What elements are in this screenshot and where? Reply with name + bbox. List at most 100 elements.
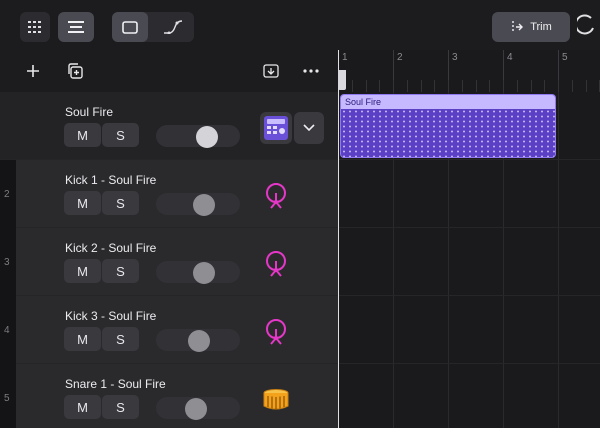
- volume-slider[interactable]: [156, 261, 240, 284]
- playhead-line[interactable]: [338, 50, 339, 428]
- ruler-tick: [351, 80, 353, 92]
- kick-drum-icon: [266, 251, 286, 277]
- ruler-tick: [420, 80, 422, 92]
- volume-slider[interactable]: [156, 125, 240, 148]
- arrangement-lane[interactable]: [338, 296, 600, 364]
- volume-slider[interactable]: [156, 397, 240, 420]
- track-header-bar: [0, 50, 338, 92]
- volume-knob[interactable]: [193, 194, 215, 216]
- volume-knob[interactable]: [188, 330, 210, 352]
- ruler-tick: [393, 80, 394, 92]
- kick-drum-button[interactable]: [260, 316, 292, 348]
- ruler-tick: [489, 80, 491, 92]
- plus-icon: [27, 65, 39, 77]
- trim-label: Trim: [530, 21, 552, 33]
- bar-number: 1: [342, 52, 348, 63]
- arrangement-lane[interactable]: Soul Fire: [338, 92, 600, 160]
- track-name: Snare 1 - Soul Fire: [65, 377, 166, 391]
- region-pattern-notes: [341, 109, 555, 157]
- ruler-tick: [448, 80, 449, 92]
- kick-drum-button[interactable]: [260, 180, 292, 212]
- track-row[interactable]: 1 Soul Fire M S: [0, 92, 338, 160]
- track-row[interactable]: 3 Kick 2 - Soul Fire M S: [0, 228, 338, 296]
- trim-icon: [512, 21, 524, 33]
- solo-button[interactable]: S: [102, 123, 139, 147]
- mute-button[interactable]: M: [64, 327, 101, 351]
- track-name: Kick 3 - Soul Fire: [65, 309, 157, 323]
- automation-button[interactable]: [156, 12, 190, 42]
- more-icon: [303, 69, 319, 73]
- top-toolbar: Trim: [0, 0, 600, 50]
- mute-button[interactable]: M: [64, 123, 101, 147]
- track-header[interactable]: Snare 1 - Soul Fire M S: [16, 364, 338, 428]
- volume-knob[interactable]: [196, 126, 218, 148]
- trim-button[interactable]: Trim: [492, 12, 570, 42]
- track-row[interactable]: 5 Snare 1 - Soul Fire M S: [0, 364, 338, 428]
- mute-button[interactable]: M: [64, 191, 101, 215]
- import-button[interactable]: [260, 60, 282, 82]
- track-number: 4: [4, 324, 10, 336]
- ruler-tick: [434, 80, 436, 92]
- volume-knob[interactable]: [185, 398, 207, 420]
- track-number: 2: [4, 188, 10, 200]
- arrangement-lane[interactable]: [338, 160, 600, 228]
- track-name: Soul Fire: [65, 105, 114, 119]
- arrangement-lane[interactable]: [338, 364, 600, 428]
- window-button[interactable]: [112, 12, 148, 42]
- kick-drum-icon: [266, 183, 286, 209]
- track-header[interactable]: Kick 2 - Soul Fire M S: [16, 228, 338, 296]
- track-number: 3: [4, 256, 10, 268]
- apps-grid-button[interactable]: [20, 12, 50, 42]
- drum-machine-button[interactable]: [260, 112, 292, 144]
- drum-machine-icon: [264, 116, 288, 140]
- timeline-ruler[interactable]: 1 2 3 4 5: [338, 50, 600, 92]
- view-options-group: [112, 12, 194, 42]
- pattern-region[interactable]: Soul Fire: [340, 94, 556, 158]
- tracks-view-button[interactable]: [58, 12, 94, 42]
- volume-slider[interactable]: [156, 193, 240, 216]
- solo-button[interactable]: S: [102, 395, 139, 419]
- automation-curve-icon: [164, 20, 183, 34]
- loop-icon: [574, 14, 594, 35]
- duplicate-track-icon: [68, 63, 83, 79]
- loop-button[interactable]: [574, 14, 597, 43]
- ruler-tick: [406, 80, 408, 92]
- tracks-view-icon: [68, 21, 84, 33]
- ruler-tick: [461, 80, 463, 92]
- volume-slider[interactable]: [156, 329, 240, 352]
- bar-number: 2: [397, 52, 403, 63]
- arrangement-lane[interactable]: [338, 228, 600, 296]
- playhead-handle[interactable]: [338, 70, 346, 90]
- solo-button[interactable]: S: [102, 259, 139, 283]
- mute-button[interactable]: M: [64, 395, 101, 419]
- chevron-down-icon: [303, 124, 315, 132]
- ruler-tick: [365, 80, 367, 92]
- mute-button[interactable]: M: [64, 259, 101, 283]
- duplicate-track-button[interactable]: [64, 60, 86, 82]
- apps-grid-icon: [28, 21, 41, 33]
- track-row[interactable]: 2 Kick 1 - Soul Fire M S: [0, 160, 338, 228]
- bar-number: 3: [452, 52, 458, 63]
- track-number: 5: [4, 392, 10, 404]
- import-icon: [263, 64, 279, 78]
- more-button[interactable]: [300, 60, 322, 82]
- kick-drum-icon: [266, 319, 286, 345]
- solo-button[interactable]: S: [102, 327, 139, 351]
- add-track-button[interactable]: [22, 60, 44, 82]
- window-icon: [122, 20, 138, 34]
- ruler-tick: [585, 80, 587, 92]
- track-row[interactable]: 4 Kick 3 - Soul Fire M S: [0, 296, 338, 364]
- solo-button[interactable]: S: [102, 191, 139, 215]
- track-header[interactable]: Kick 3 - Soul Fire M S: [16, 296, 338, 364]
- expand-track-button[interactable]: [294, 112, 324, 144]
- ruler-tick: [530, 80, 532, 92]
- ruler-tick: [503, 80, 504, 92]
- kick-drum-button[interactable]: [260, 248, 292, 280]
- volume-knob[interactable]: [193, 262, 215, 284]
- track-header[interactable]: Soul Fire M S: [0, 92, 338, 160]
- snare-drum-icon: [263, 389, 289, 410]
- snare-drum-button[interactable]: [260, 384, 292, 416]
- arrangement-area[interactable]: Soul Fire: [338, 92, 600, 428]
- track-header[interactable]: Kick 1 - Soul Fire M S: [16, 160, 338, 228]
- ruler-tick: [475, 80, 477, 92]
